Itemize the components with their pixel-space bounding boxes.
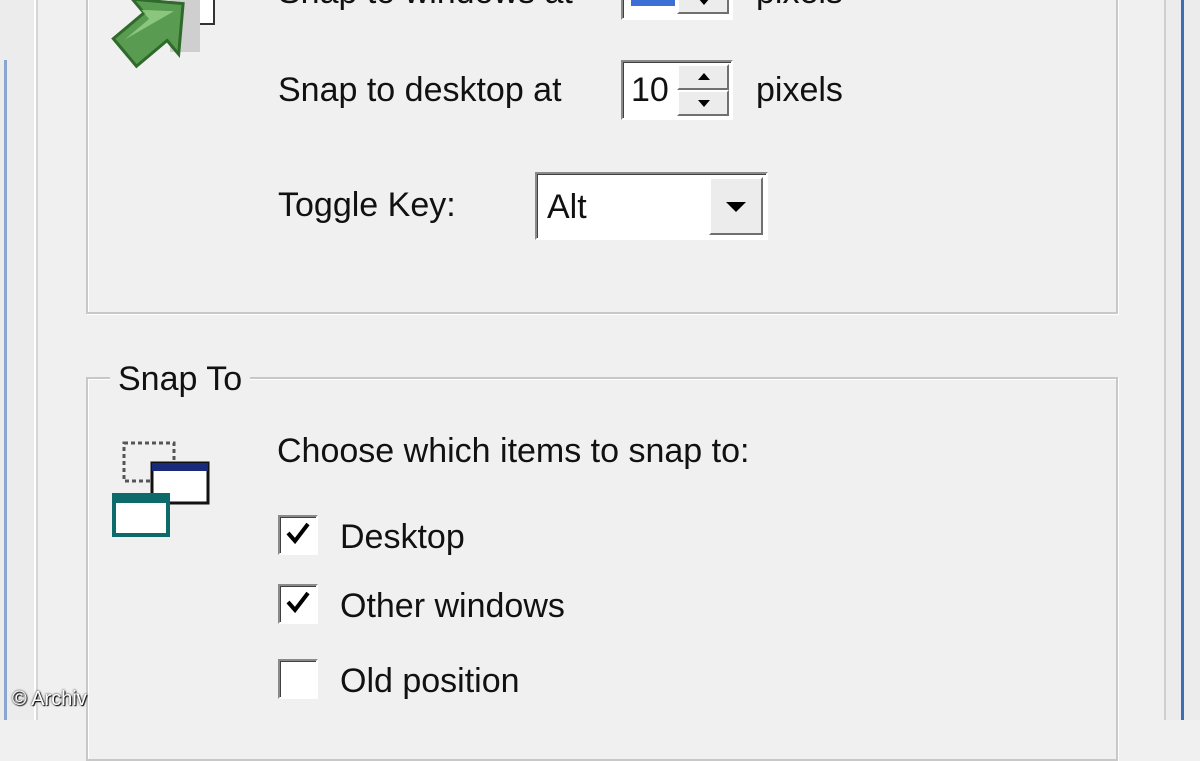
checkmark-icon (286, 591, 310, 614)
copyright-watermark: © Archiv (12, 688, 87, 710)
snap-desktop-spinner[interactable]: 10 (621, 60, 733, 120)
checkbox-old-position-label[interactable]: Old position (340, 661, 520, 701)
toggle-key-value: Alt (547, 188, 587, 226)
snap-to-instruction: Choose which items to snap to: (277, 432, 750, 470)
snap-desktop-down-button[interactable] (677, 90, 729, 116)
snap-desktop-label: Snap to desktop at (278, 71, 562, 109)
snap-windows-value[interactable]: 10 (631, 0, 675, 6)
snap-windows-label: Snap to windows at (278, 0, 573, 12)
snap-desktop-value[interactable]: 10 (631, 70, 669, 110)
snap-desktop-up-button[interactable] (677, 64, 729, 90)
snap-windows-unit: pixels (756, 0, 843, 12)
checkbox-old-position[interactable] (278, 659, 318, 699)
spinner-up-icon (698, 73, 710, 80)
snap-desktop-unit: pixels (756, 71, 843, 109)
checkbox-desktop-label[interactable]: Desktop (340, 517, 465, 557)
toggle-key-label: Toggle Key: (278, 186, 456, 224)
windows-snap-icon (112, 441, 210, 537)
frame-left-edge (4, 60, 7, 720)
snap-to-group-title: Snap To (110, 359, 251, 399)
checkmark-icon (286, 522, 310, 545)
checkbox-desktop[interactable] (278, 515, 318, 555)
checkbox-other-windows[interactable] (278, 584, 318, 624)
snap-windows-spinner[interactable]: 10 (621, 0, 733, 20)
frame-right-edge (1181, 0, 1184, 720)
snap-to-group: Snap To Choose which items to snap to: D… (86, 359, 1118, 761)
toggle-key-select[interactable]: Alt (535, 172, 768, 240)
snap-windows-down-button[interactable] (677, 0, 729, 14)
spinner-down-icon (698, 0, 710, 5)
spinner-down-icon (698, 100, 710, 107)
toggle-key-dropdown-button[interactable] (709, 177, 763, 235)
green-arrow-snap-icon (111, 0, 215, 69)
chevron-down-icon (726, 202, 746, 212)
checkbox-other-windows-label[interactable]: Other windows (340, 586, 565, 626)
snap-distance-group: Snap to windows at 10 pixels Snap to des… (86, 0, 1118, 314)
